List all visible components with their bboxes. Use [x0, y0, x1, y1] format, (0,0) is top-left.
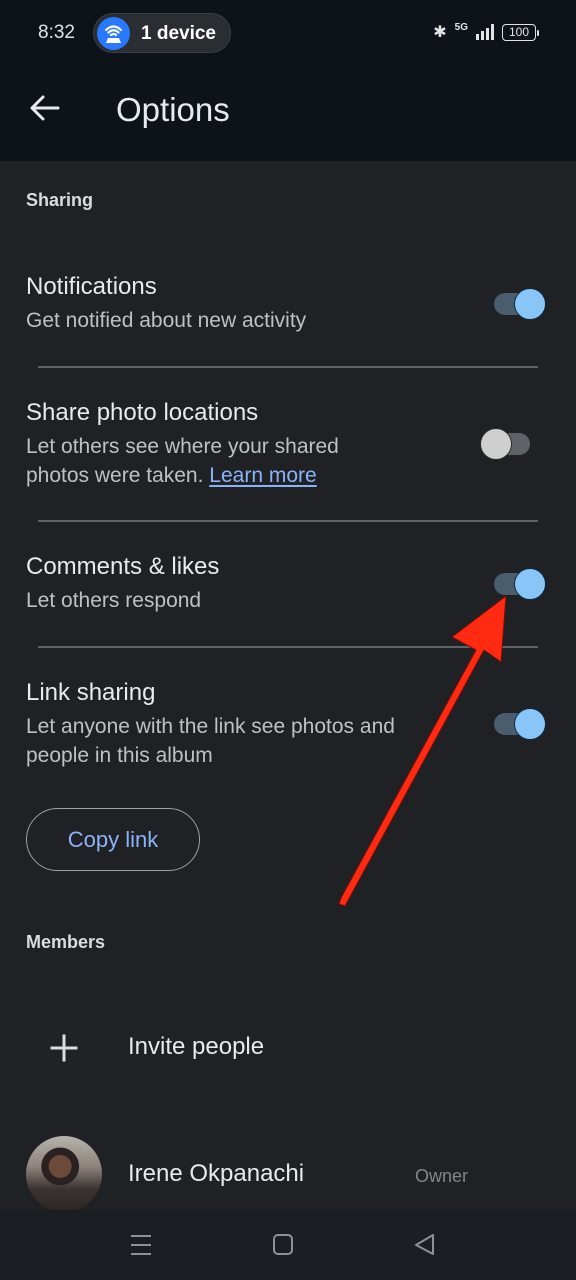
battery-icon: 100 [502, 23, 539, 41]
notifications-toggle[interactable] [494, 287, 546, 321]
share-photo-locations-toggle[interactable] [480, 427, 532, 461]
divider [38, 520, 538, 522]
network-type: 5G [454, 21, 468, 33]
toggle-thumb [514, 288, 546, 320]
wifi-hotspot-icon [97, 17, 130, 50]
signal-icon [476, 24, 494, 40]
hotspot-label: 1 device [141, 23, 216, 44]
toggle-thumb [480, 428, 512, 460]
link-sharing-toggle[interactable] [494, 707, 546, 741]
status-bar: 8:32 1 device ✱ 5G 100 [0, 0, 576, 66]
setting-share-photo-locations[interactable]: Share photo locations Let others see whe… [26, 398, 546, 490]
setting-subtitle: Get notified about new activity [26, 309, 307, 332]
toggle-thumb [514, 568, 546, 600]
status-time: 8:32 [38, 22, 75, 43]
section-header-members: Members [26, 932, 106, 952]
setting-notifications[interactable]: Notifications Get notified about new act… [26, 272, 546, 335]
bluetooth-icon: ✱ [433, 24, 447, 41]
member-name: Irene Okpanachi [128, 1160, 305, 1187]
setting-title: Notifications [26, 273, 157, 300]
setting-subtitle: Let others respond [26, 589, 202, 612]
setting-subtitle: Let anyone with the link see photos and … [26, 715, 395, 767]
avatar [26, 1136, 102, 1212]
learn-more-link[interactable]: Learn more [209, 464, 316, 487]
setting-title: Share photo locations [26, 399, 259, 426]
setting-title: Comments & likes [26, 553, 220, 580]
setting-title: Link sharing [26, 679, 156, 706]
system-nav-bar [0, 1210, 576, 1280]
status-icons: ✱ 5G 100 [433, 21, 539, 42]
hotspot-pill[interactable]: 1 device [93, 13, 231, 53]
setting-subtitle: Let others see where your shared photos … [26, 432, 406, 490]
invite-people-label: Invite people [128, 1033, 265, 1060]
divider [38, 646, 538, 648]
section-header-sharing: Sharing [26, 190, 94, 210]
member-row[interactable]: Irene Okpanachi Owner [26, 1136, 556, 1212]
copy-link-button[interactable]: Copy link [26, 808, 200, 871]
member-role: Owner [415, 1166, 469, 1186]
plus-icon [50, 1034, 78, 1062]
app-bar: Options [0, 66, 576, 161]
back-triangle-icon[interactable] [412, 1232, 438, 1258]
divider [38, 366, 538, 368]
comments-likes-toggle[interactable] [494, 567, 546, 601]
setting-link-sharing[interactable]: Link sharing Let anyone with the link se… [26, 678, 546, 770]
arrow-back-icon[interactable] [28, 91, 62, 125]
invite-people-button[interactable]: Invite people [40, 1020, 520, 1076]
toggle-thumb [514, 708, 546, 740]
menu-icon[interactable] [128, 1232, 154, 1258]
setting-comments-likes[interactable]: Comments & likes Let others respond [26, 552, 546, 615]
page-title: Options [116, 91, 230, 128]
home-icon[interactable] [271, 1232, 297, 1258]
